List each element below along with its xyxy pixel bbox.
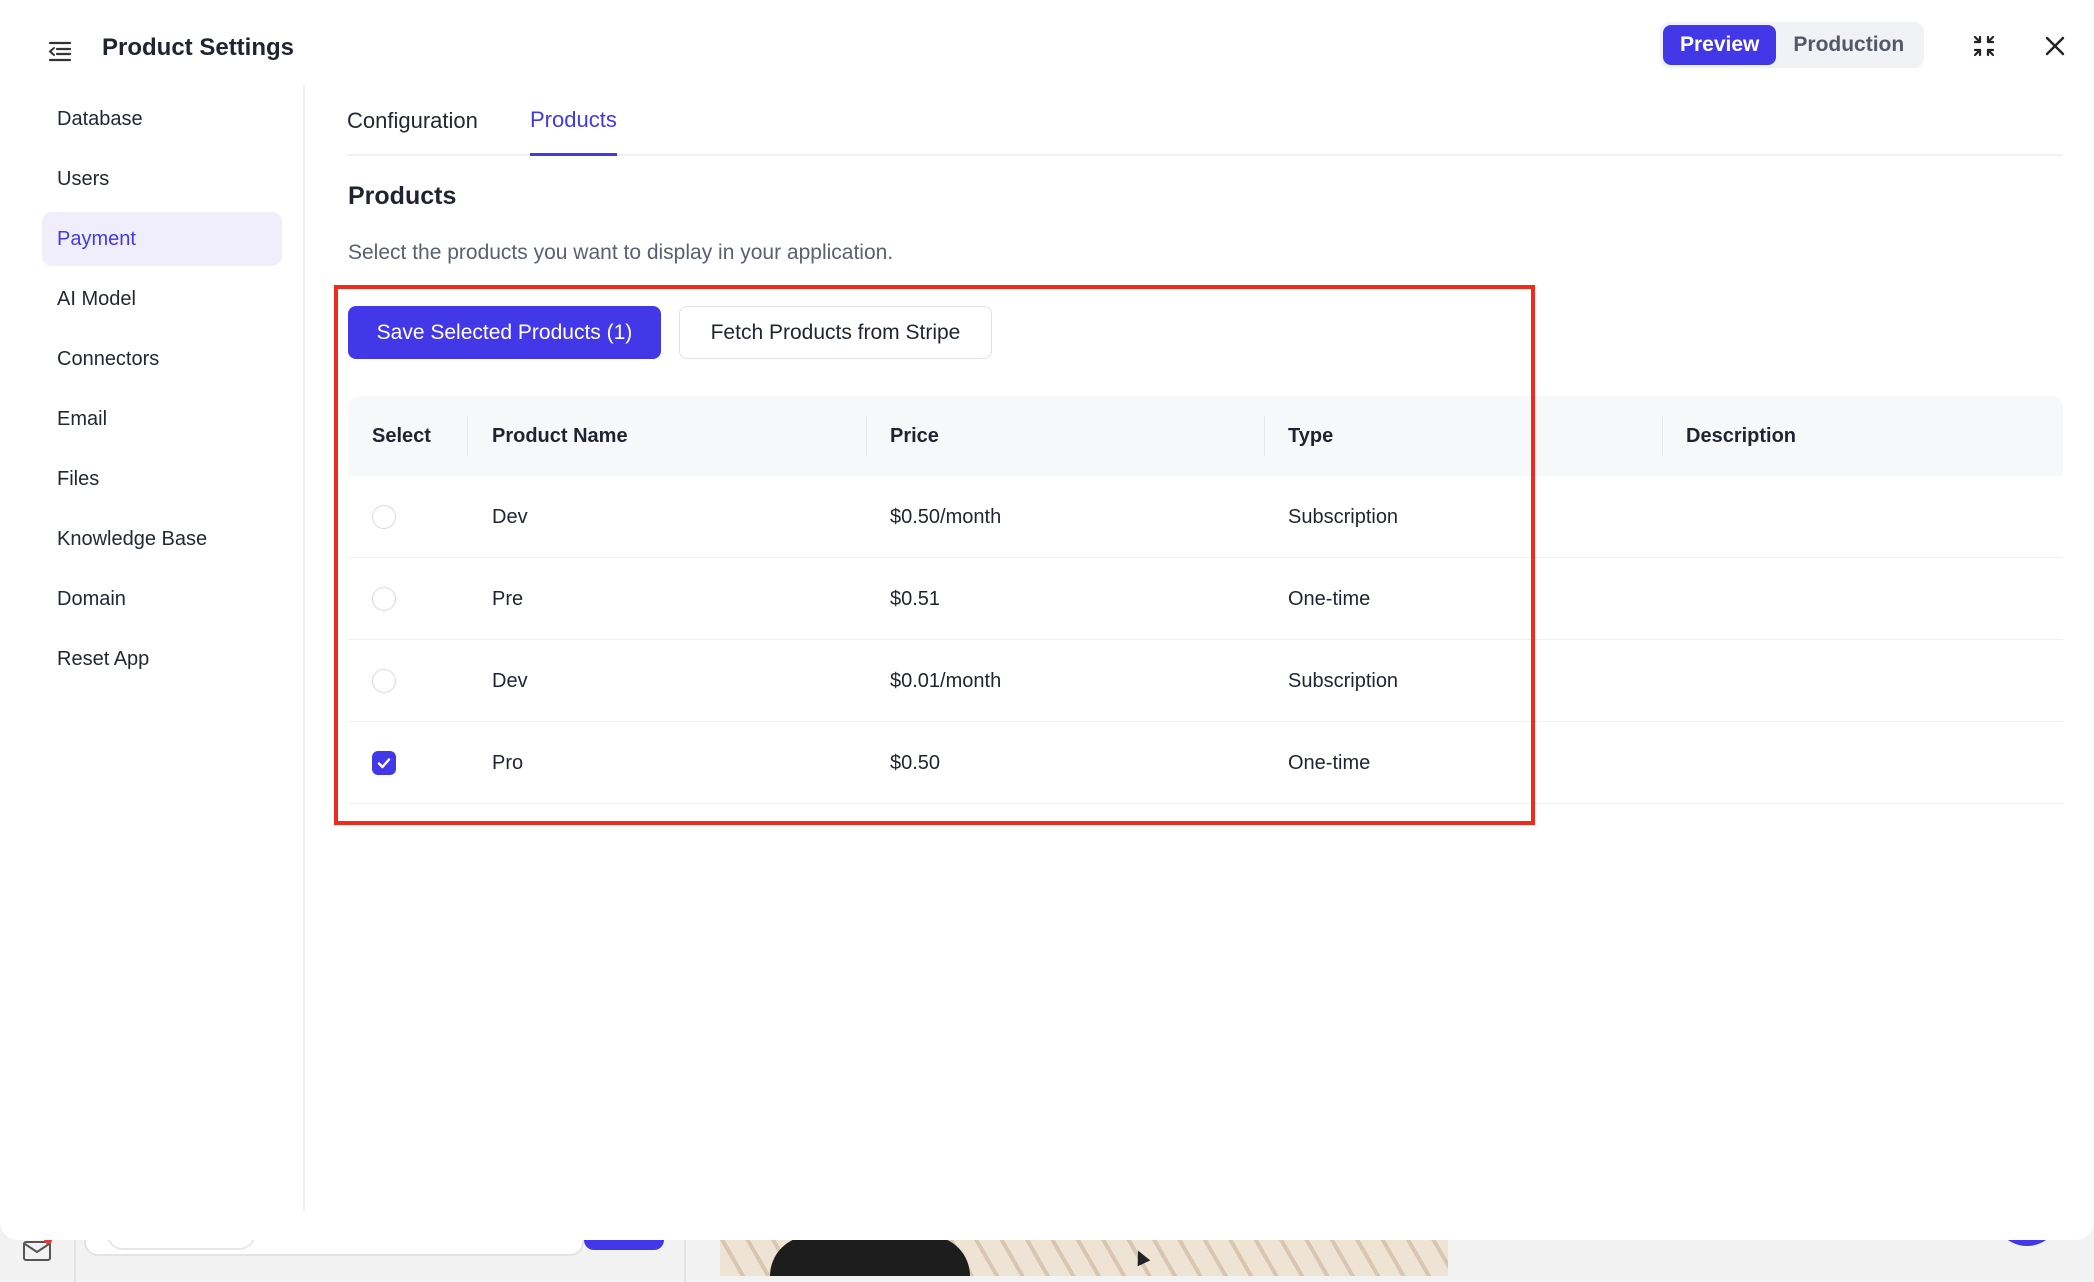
column-header-type: Type — [1288, 424, 1334, 447]
price-cell: $0.01/month — [890, 669, 1002, 692]
sidebar-item-connectors[interactable]: Connectors — [42, 332, 282, 386]
sidebar-item-files[interactable]: Files — [42, 452, 282, 506]
sidebar-item-users[interactable]: Users — [42, 152, 282, 206]
column-header-price: Price — [890, 424, 939, 447]
settings-sidebar: Database Users Payment AI Model Connecto… — [0, 86, 305, 1210]
environment-toggle: Preview Production — [1660, 22, 1924, 68]
sidebar-item-domain[interactable]: Domain — [42, 572, 282, 626]
type-cell: Subscription — [1288, 505, 1399, 528]
tab-configuration[interactable]: Configuration — [347, 86, 478, 156]
table-header-row: Select Product Name Price Type Descripti… — [348, 396, 2063, 476]
row-select-checkbox[interactable] — [372, 669, 396, 693]
product-name-cell: Pre — [492, 587, 524, 610]
product-settings-modal: Product Settings Preview Production Data… — [0, 0, 2094, 1240]
settings-tabs: Configuration Products — [347, 86, 2063, 156]
checkmark-icon — [377, 758, 391, 769]
collapse-menu-icon[interactable] — [46, 38, 74, 64]
type-cell: Subscription — [1288, 669, 1399, 692]
table-row: Dev $0.01/month Subscription — [348, 640, 2063, 722]
price-cell: $0.50/month — [890, 505, 1002, 528]
background-photo-subject — [770, 1236, 970, 1276]
sidebar-item-email[interactable]: Email — [42, 392, 282, 446]
table-row: Pro $0.50 One-time — [348, 722, 2063, 804]
column-header-select: Select — [372, 424, 431, 447]
row-select-checkbox-checked[interactable] — [372, 751, 396, 775]
type-cell: One-time — [1288, 751, 1371, 774]
type-cell: One-time — [1288, 587, 1371, 610]
column-divider — [866, 416, 867, 456]
column-divider — [467, 416, 468, 456]
sidebar-item-reset-app[interactable]: Reset App — [42, 632, 282, 686]
price-cell: $0.51 — [890, 587, 941, 610]
fetch-products-button[interactable]: Fetch Products from Stripe — [679, 306, 992, 359]
product-name-cell: Dev — [492, 669, 528, 692]
price-cell: $0.50 — [890, 751, 941, 774]
section-title: Products — [348, 182, 457, 210]
sidebar-item-ai-model[interactable]: AI Model — [42, 272, 282, 326]
product-name-cell: Pro — [492, 751, 524, 774]
save-selected-products-button[interactable]: Save Selected Products (1) — [348, 306, 661, 359]
page-title: Product Settings — [102, 34, 295, 61]
minimize-icon[interactable] — [1966, 28, 2002, 64]
sidebar-item-knowledge-base[interactable]: Knowledge Base — [42, 512, 282, 566]
column-header-description: Description — [1686, 424, 1797, 447]
sidebar-item-database[interactable]: Database — [42, 92, 282, 146]
table-row: Dev $0.50/month Subscription — [348, 476, 2063, 558]
product-name-cell: Dev — [492, 505, 528, 528]
products-table: Select Product Name Price Type Descripti… — [348, 396, 2063, 804]
row-select-checkbox[interactable] — [372, 587, 396, 611]
column-divider — [1264, 416, 1265, 456]
production-toggle-button[interactable]: Production — [1776, 25, 1921, 65]
close-icon[interactable] — [2037, 28, 2073, 64]
column-header-product-name: Product Name — [492, 424, 628, 447]
section-description: Select the products you want to display … — [348, 241, 894, 264]
tab-products[interactable]: Products — [530, 86, 617, 156]
row-select-checkbox[interactable] — [372, 505, 396, 529]
preview-toggle-button[interactable]: Preview — [1663, 25, 1777, 65]
column-divider — [1662, 416, 1663, 456]
table-row: Pre $0.51 One-time — [348, 558, 2063, 640]
sidebar-item-payment[interactable]: Payment — [42, 212, 282, 266]
